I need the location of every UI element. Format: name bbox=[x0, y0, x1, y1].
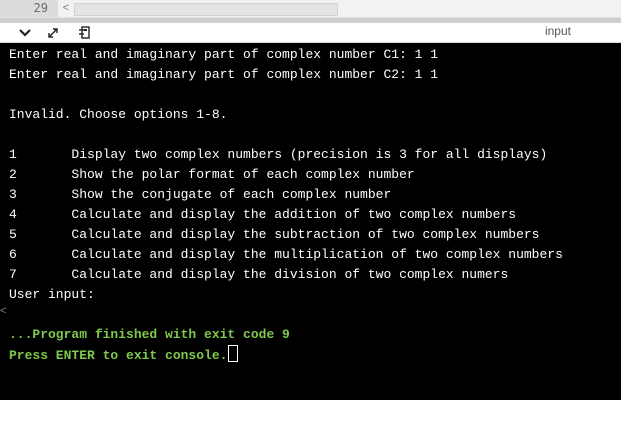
text-cursor bbox=[228, 345, 239, 362]
console-line-text: 2 Show the polar format of each complex … bbox=[9, 167, 415, 182]
console-line: ...Program finished with exit code 9 bbox=[9, 325, 621, 345]
console-line: 5 Calculate and display the subtraction … bbox=[9, 225, 621, 245]
console-line: 6 Calculate and display the multiplicati… bbox=[9, 245, 621, 265]
chevron-down-icon bbox=[19, 28, 31, 37]
clear-console-icon bbox=[79, 26, 90, 39]
console-lines: Enter real and imaginary part of complex… bbox=[9, 45, 621, 365]
console-line-text: Enter real and imaginary part of complex… bbox=[9, 67, 439, 82]
expand-icon bbox=[48, 27, 58, 38]
console-line: Invalid. Choose options 1-8. bbox=[9, 105, 621, 125]
console-line-text: Invalid. Choose options 1-8. bbox=[9, 107, 228, 122]
console-line: 3 Show the conjugate of each complex num… bbox=[9, 185, 621, 205]
console-line: 7 Calculate and display the division of … bbox=[9, 265, 621, 285]
console-line-text: 3 Show the conjugate of each complex num… bbox=[9, 187, 392, 202]
line-gutter: 29 bbox=[0, 0, 58, 17]
console-line-text: Press ENTER to exit console. bbox=[9, 348, 228, 363]
console-line-text: 7 Calculate and display the division of … bbox=[9, 267, 509, 282]
console-line: 4 Calculate and display the addition of … bbox=[9, 205, 621, 225]
clear-console-button[interactable] bbox=[77, 25, 93, 40]
console-toolbar: input bbox=[0, 23, 621, 43]
console-line-text: User input: bbox=[9, 287, 95, 302]
console-line: 2 Show the polar format of each complex … bbox=[9, 165, 621, 185]
console-line-text: 1 Display two complex numbers (precision… bbox=[9, 147, 548, 162]
console-line-text: 4 Calculate and display the addition of … bbox=[9, 207, 517, 222]
console-line: Press ENTER to exit console. bbox=[9, 345, 621, 365]
input-label[interactable]: input bbox=[545, 24, 571, 38]
expand-console-button[interactable] bbox=[45, 25, 61, 40]
scroll-left-arrow-icon[interactable]: < bbox=[60, 2, 72, 15]
editor-strip: 29 < bbox=[0, 0, 621, 18]
console-line-text: 5 Calculate and display the subtraction … bbox=[9, 227, 540, 242]
console-line: 1 Display two complex numbers (precision… bbox=[9, 145, 621, 165]
console-line: Enter real and imaginary part of complex… bbox=[9, 65, 621, 85]
console-line-text: 6 Calculate and display the multiplicati… bbox=[9, 247, 563, 262]
console-line: User input: bbox=[9, 285, 621, 305]
console-line-text: Enter real and imaginary part of complex… bbox=[9, 47, 439, 62]
console-line-text: ...Program finished with exit code 9 bbox=[9, 327, 290, 342]
console-line: Enter real and imaginary part of complex… bbox=[9, 45, 621, 65]
left-edge-marker: < bbox=[0, 305, 7, 317]
line-number: 29 bbox=[33, 1, 48, 15]
horizontal-scrollbar[interactable] bbox=[74, 3, 338, 16]
collapse-console-button[interactable] bbox=[17, 25, 33, 40]
console-output[interactable]: Enter real and imaginary part of complex… bbox=[0, 43, 621, 400]
